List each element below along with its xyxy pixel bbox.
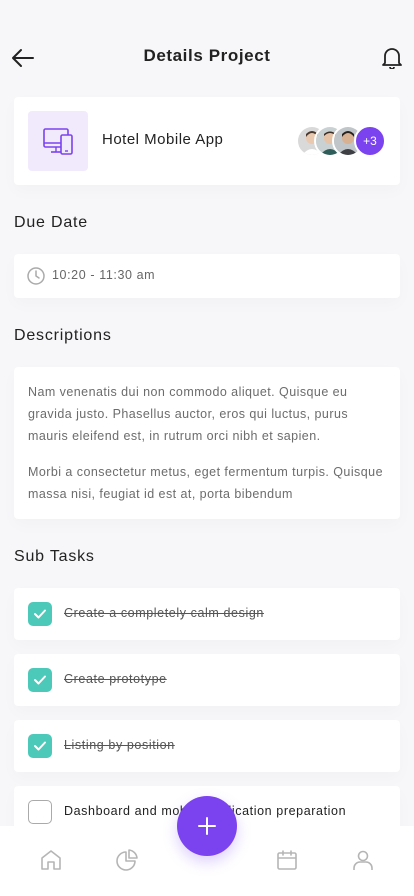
description-box: Nam venenatis dui non commodo aliquet. Q… xyxy=(14,367,400,519)
nav-home[interactable] xyxy=(37,846,65,874)
home-icon xyxy=(41,850,61,870)
nav-stats[interactable] xyxy=(113,846,141,874)
clock-icon xyxy=(27,267,45,285)
team-avatars[interactable]: +3 xyxy=(296,125,386,157)
description-paragraph: Nam venenatis dui non commodo aliquet. Q… xyxy=(28,385,349,443)
header: Details Project xyxy=(0,0,414,96)
task-checkbox[interactable] xyxy=(28,668,52,692)
add-button[interactable] xyxy=(177,796,237,856)
list-item[interactable]: Create prototype xyxy=(14,654,400,706)
user-icon xyxy=(353,850,373,870)
check-icon xyxy=(34,609,46,619)
device-icon xyxy=(43,128,73,155)
plus-icon xyxy=(198,817,216,835)
due-time: 10:20 - 11:30 am xyxy=(52,268,156,282)
check-icon xyxy=(34,675,46,685)
project-name: Hotel Mobile App xyxy=(102,131,224,148)
task-label: Create a completely calm design xyxy=(64,606,264,620)
more-members-badge[interactable]: +3 xyxy=(354,125,386,157)
due-date-field[interactable]: 10:20 - 11:30 am xyxy=(14,254,400,298)
task-label: Create prototype xyxy=(64,672,167,686)
descriptions-title: Descriptions xyxy=(14,327,112,344)
project-thumbnail xyxy=(28,111,88,171)
calendar-icon xyxy=(277,850,297,870)
pie-chart-icon xyxy=(116,849,138,871)
list-item[interactable]: Listing by position xyxy=(14,720,400,772)
check-icon xyxy=(34,741,46,751)
task-label: Listing by position xyxy=(64,738,175,752)
notifications-button[interactable] xyxy=(380,46,404,70)
sub-tasks-title: Sub Tasks xyxy=(14,548,95,565)
task-checkbox[interactable] xyxy=(28,734,52,758)
task-checkbox[interactable] xyxy=(28,602,52,626)
task-checkbox[interactable] xyxy=(28,800,52,824)
page-title: Details Project xyxy=(143,46,271,65)
bell-icon xyxy=(382,48,402,69)
project-card[interactable]: Hotel Mobile App +3 xyxy=(14,97,400,185)
nav-profile[interactable] xyxy=(349,846,377,874)
description-paragraph: Morbi a consectetur metus, eget fermentu… xyxy=(28,465,383,501)
due-date-title: Due Date xyxy=(14,214,88,231)
list-item[interactable]: Create a completely calm design xyxy=(14,588,400,640)
nav-calendar[interactable] xyxy=(273,846,301,874)
